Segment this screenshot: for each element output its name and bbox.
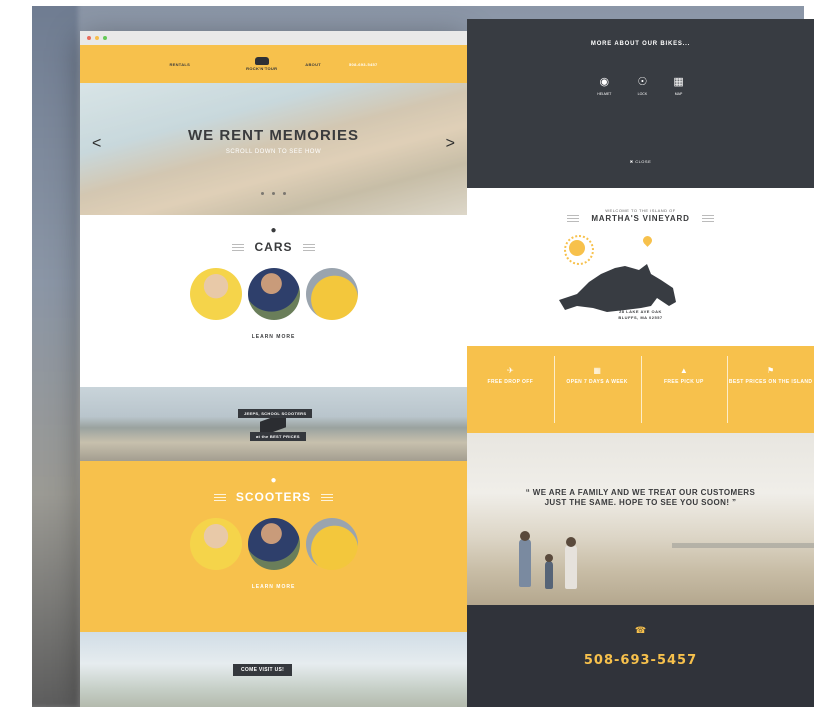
map-label: MAP (674, 92, 683, 96)
decor-lines-icon (302, 243, 315, 251)
photo-circle (247, 268, 300, 320)
left-page-mockup: RENTALS ROCK'N'TOUR ABOUT 508-693-5457 <… (80, 31, 467, 707)
scooters-title: SCOOTERS (235, 490, 312, 504)
photo-circle (189, 268, 242, 320)
slider-pagination (80, 192, 467, 195)
plane-icon: ✈ (507, 366, 514, 375)
tag-icon: ⚑ (767, 366, 775, 375)
photo-circle (305, 268, 358, 320)
feature-drop-off: ✈ FREE DROP OFF (467, 346, 554, 433)
decor-lines-icon (567, 215, 580, 222)
phone-number[interactable]: 508-693-5457 (467, 653, 814, 668)
scooters-learn-more-button[interactable]: LEARN MORE (80, 584, 467, 590)
lock-item[interactable]: ☉ LOCK (637, 75, 647, 96)
scooters-section: ● SCOOTERS LEARN MORE (80, 461, 467, 632)
jeep-icon: ● (270, 225, 277, 236)
nav-about[interactable]: ABOUT (305, 62, 321, 67)
lock-label: LOCK (637, 92, 648, 96)
logo-text: ROCK'N'TOUR (246, 66, 278, 71)
pickup-icon: ▲ (679, 366, 688, 375)
site-logo[interactable]: ROCK'N'TOUR (246, 57, 277, 71)
ribbon-bottom: at the BEST PRICES (250, 432, 306, 441)
next-slide-arrow-icon[interactable]: > (446, 135, 455, 153)
cars-learn-more-button[interactable]: LEARN MORE (80, 334, 467, 340)
features-bar: ✈ FREE DROP OFF ▦ OPEN 7 DAYS A WEEK ▲ F… (467, 346, 814, 433)
slide-dot[interactable] (272, 192, 275, 195)
bikes-icons: ◉ HELMET ☉ LOCK ▦ MAP (467, 75, 814, 96)
frame-top (0, 0, 818, 6)
scooters-photos (80, 518, 467, 570)
cars-title: CARS (254, 240, 293, 254)
top-nav: RENTALS ROCK'N'TOUR ABOUT 508-693-5457 (80, 45, 467, 83)
ribbon-top: JEEPS, SCHOOL SCOOTERS (238, 409, 313, 418)
scooter-icon: ● (270, 475, 277, 486)
contact-footer: ☎ 508-693-5457 (467, 605, 814, 707)
nav-rentals[interactable]: RENTALS (169, 62, 190, 67)
hero-subtitle: SCROLL DOWN TO SEE HOW (225, 149, 322, 155)
island-name: MARTHA'S VINEYARD (591, 214, 690, 223)
testimonial-section: “ WE ARE A FAMILY AND WE TREAT OUR CUSTO… (467, 433, 814, 605)
address: 28 LAKE AVE OAK BLUFFS, MA 02557 (467, 309, 814, 321)
minimize-dot[interactable] (95, 36, 99, 40)
phone-icon: ☎ (634, 625, 647, 635)
cars-photos (80, 268, 467, 320)
browser-chrome (80, 31, 467, 45)
photo-circle (247, 518, 300, 570)
frame-left (0, 0, 32, 707)
decor-lines-icon (213, 493, 226, 501)
feature-best-prices: ⚑ BEST PRICES ON THE ISLAND (727, 346, 814, 433)
pier-illustration (672, 543, 814, 548)
visit-banner: COME VISIT US! (80, 632, 467, 707)
cars-section: ● CARS LEARN MORE (80, 215, 467, 387)
maximize-dot[interactable] (103, 36, 107, 40)
helmet-label: HELMET (597, 92, 612, 96)
landscape-banner: JEEPS, SCHOOL SCOOTERS at the BEST PRICE… (80, 387, 467, 461)
map-item[interactable]: ▦ MAP (673, 75, 683, 96)
person-figure (519, 539, 531, 587)
decor-lines-icon (701, 215, 714, 222)
person-head (520, 531, 530, 541)
welcome-text: WELCOME TO THE ISLAND OF (605, 208, 676, 213)
island-section: WELCOME TO THE ISLAND OF MARTHA'S VINEYA… (467, 188, 814, 346)
calendar-icon: ▦ (593, 366, 601, 375)
helmet-item[interactable]: ◉ HELMET (597, 75, 611, 96)
close-dot[interactable] (87, 36, 91, 40)
decor-lines-icon (321, 493, 334, 501)
feature-pick-up: ▲ FREE PICK UP (640, 346, 728, 433)
map-icon: ▦ (673, 76, 684, 88)
nav-phone[interactable]: 508-693-5457 (349, 62, 378, 67)
feature-title: FREE PICK UP (663, 379, 704, 385)
hero-title: WE RENT MEMORIES (187, 127, 359, 144)
testimonial-quote: “ WE ARE A FAMILY AND WE TREAT OUR CUSTO… (525, 488, 756, 507)
bikes-panel: MORE ABOUT OUR BIKES... ◉ HELMET ☉ LOCK … (467, 19, 814, 188)
feature-title: FREE DROP OFF (487, 379, 534, 385)
lock-icon: ☉ (637, 76, 648, 88)
location-pin-icon (641, 234, 654, 247)
right-page-mockup: MORE ABOUT OUR BIKES... ◉ HELMET ☉ LOCK … (467, 19, 814, 707)
decor-lines-icon (232, 243, 245, 251)
photo-circle (189, 518, 242, 570)
car-logo-icon (254, 57, 269, 65)
address-line-2: BLUFFS, MA 02557 (618, 315, 663, 320)
feature-title: BEST PRICES ON THE ISLAND (728, 379, 813, 385)
close-button[interactable]: ✖ CLOSE (467, 159, 814, 164)
feature-title: OPEN 7 DAYS A WEEK (566, 379, 628, 385)
photo-circle (305, 518, 358, 570)
person-figure (565, 545, 577, 589)
child-head (545, 554, 553, 562)
child-figure (545, 561, 553, 589)
person-head (566, 537, 576, 547)
helmet-icon: ◉ (599, 76, 610, 88)
feature-open-7-days: ▦ OPEN 7 DAYS A WEEK (553, 346, 641, 433)
slide-dot[interactable] (283, 192, 286, 195)
island-map-icon (559, 264, 676, 312)
come-visit-ribbon: COME VISIT US! (233, 664, 293, 676)
hero-slider: < WE RENT MEMORIES SCROLL DOWN TO SEE HO… (80, 83, 467, 215)
bikes-title: MORE ABOUT OUR BIKES... (590, 41, 691, 47)
slide-dot[interactable] (261, 192, 264, 195)
